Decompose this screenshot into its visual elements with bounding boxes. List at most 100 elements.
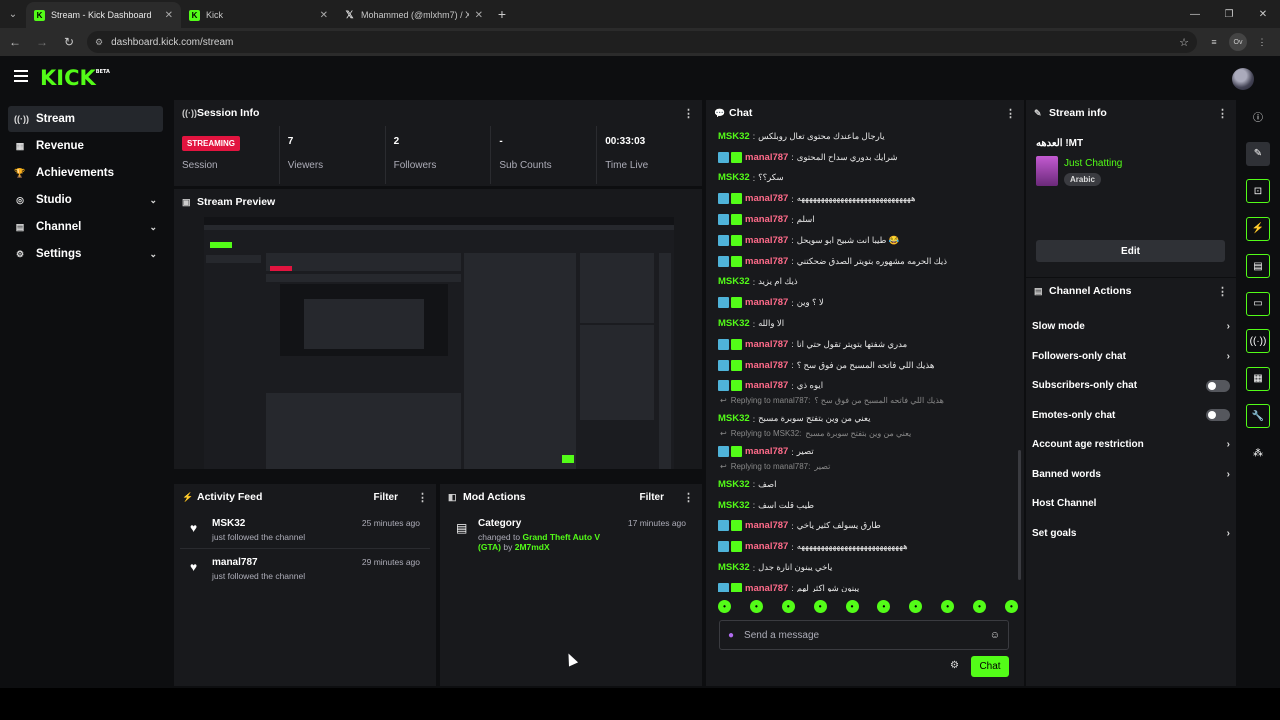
chat-message[interactable]: manal787: اسلم — [706, 209, 1024, 230]
kick-logo[interactable]: KICKBETA — [40, 66, 110, 90]
chat-messages[interactable]: MSK32: يارجال ماعندك محتوى تعال روبلكس man… — [706, 126, 1024, 592]
chat-message[interactable]: manal787: هههههههههههههههههههههههههههه — [706, 536, 1024, 557]
emote-icon[interactable]: • — [749, 600, 763, 613]
channel-action-host-channel[interactable]: Host Channel — [1026, 489, 1236, 519]
reload-icon[interactable]: ↻ — [57, 30, 81, 54]
url-omnibox[interactable]: ⚙ dashboard.kick.com/stream ☆ — [87, 31, 1197, 53]
chat-scrollbar[interactable] — [1018, 450, 1021, 580]
chat-username[interactable]: MSK32 — [718, 479, 750, 490]
chat-settings-gear-icon[interactable]: ⚙ — [950, 660, 959, 671]
channel-action-banned-words[interactable]: Banned words › — [1026, 460, 1236, 490]
tab-close-icon[interactable]: ✕ — [320, 10, 328, 21]
maximize-icon[interactable]: ❐ — [1212, 0, 1246, 28]
chevron-right-icon[interactable]: › — [1227, 528, 1230, 539]
clipboard-icon[interactable]: ▤ — [1246, 254, 1270, 278]
chat-username[interactable]: MSK32 — [718, 172, 750, 183]
emote-icon[interactable]: • — [845, 600, 859, 613]
chat-message[interactable]: MSK32: طيب قلت اسف — [706, 495, 1024, 516]
chat-username[interactable]: manal787 — [745, 256, 788, 267]
chat-username[interactable]: MSK32 — [718, 413, 750, 424]
broadcast-icon[interactable]: ((·)) — [1246, 329, 1270, 353]
emote-icon[interactable]: • — [718, 600, 731, 613]
chat-username[interactable]: manal787 — [745, 193, 788, 204]
chat-message[interactable]: MSK32: يعني من وين بتفتح سوبرة مسبح — [706, 408, 1024, 429]
chat-message[interactable]: manal787: ايوه ذي — [706, 376, 1024, 397]
wrench-icon[interactable]: 🔧 — [1246, 404, 1270, 428]
bookmark-star-icon[interactable]: ☆ — [1179, 36, 1189, 49]
kebab-menu-icon[interactable]: ⋮ — [683, 107, 694, 120]
tab-search-icon[interactable]: ⌄ — [0, 0, 26, 28]
chat-message[interactable]: MSK32: ياخي يبنون انارة جدل — [706, 557, 1024, 578]
chat-message[interactable]: MSK32: سكر؟؟ — [706, 168, 1024, 189]
sidebar-item-achievements[interactable]: 🏆 Achievements — [8, 160, 163, 186]
stream-category[interactable]: Just Chatting — [1064, 158, 1122, 169]
kebab-menu-icon[interactable]: ⋮ — [1217, 107, 1228, 120]
chat-username[interactable]: MSK32 — [718, 131, 750, 142]
activity-user[interactable]: MSK32 — [212, 518, 354, 529]
chat-username[interactable]: manal787 — [745, 520, 788, 531]
chat-username[interactable]: manal787 — [745, 235, 788, 246]
channel-action-subscribers-only-chat[interactable]: Subscribers-only chat — [1026, 371, 1236, 401]
chat-message[interactable]: MSK32: ذيك ام يزيد — [706, 272, 1024, 293]
channel-action-slow-mode[interactable]: Slow mode › — [1026, 312, 1236, 342]
chevron-down-icon[interactable]: ⌄ — [149, 195, 157, 206]
chat-message[interactable]: manal787: ذيك الحرمه مشهوره بتويتر الصدق … — [706, 251, 1024, 272]
chat-message[interactable]: manal787: يبنون شو اكثر لهم — [706, 578, 1024, 592]
profile-avatar-icon[interactable]: Ov — [1229, 33, 1247, 51]
user-link[interactable]: 2M7mdX — [515, 542, 550, 552]
filter-button[interactable]: Filter — [374, 492, 398, 503]
info-icon[interactable]: ⓘ — [1246, 104, 1270, 128]
filter-button[interactable]: Filter — [640, 492, 664, 503]
tab-close-icon[interactable]: ✕ — [475, 10, 483, 21]
kebab-menu-icon[interactable]: ⋮ — [683, 491, 694, 504]
chat-username[interactable]: manal787 — [745, 380, 788, 391]
chat-send-button[interactable]: Chat — [971, 656, 1009, 677]
chevron-right-icon[interactable]: › — [1227, 321, 1230, 332]
chat-message[interactable]: MSK32: يارجال ماعندك محتوى تعال روبلكس — [706, 126, 1024, 147]
chevron-right-icon[interactable]: › — [1227, 351, 1230, 362]
minimize-icon[interactable]: — — [1178, 0, 1212, 28]
chat-username[interactable]: MSK32 — [718, 500, 750, 511]
chat-username[interactable]: manal787 — [745, 583, 788, 592]
back-icon[interactable]: ← — [3, 30, 27, 54]
sidebar-item-stream[interactable]: ((·)) Stream — [8, 106, 163, 132]
sidebar-item-settings[interactable]: ⚙ Settings ⌄ — [8, 241, 163, 267]
user-avatar[interactable] — [1232, 68, 1254, 90]
emote-icon[interactable]: • — [813, 600, 827, 613]
sidebar-item-revenue[interactable]: ▦ Revenue — [8, 133, 163, 159]
chat-message[interactable]: manal787: هههههههههههههههههههههههههههههه — [706, 188, 1024, 209]
sidebar-item-studio[interactable]: ◎ Studio ⌄ — [8, 187, 163, 213]
pencil-icon[interactable]: ✎ — [1246, 141, 1270, 166]
stream-preview-video[interactable] — [204, 217, 674, 469]
emote-icon[interactable]: • — [781, 600, 795, 613]
chat-username[interactable]: manal787 — [745, 297, 788, 308]
chat-username[interactable]: manal787 — [745, 152, 788, 163]
chat-username[interactable]: manal787 — [745, 360, 788, 371]
scan-icon[interactable]: ⊡ — [1246, 179, 1270, 203]
chat-message[interactable]: manal787: تصير — [706, 441, 1024, 462]
emote-icon[interactable]: • — [877, 600, 891, 613]
channel-action-emotes-only-chat[interactable]: Emotes-only chat — [1026, 401, 1236, 431]
chat-message-input[interactable] — [744, 629, 980, 641]
microphone-icon[interactable]: ● — [728, 630, 734, 641]
chevron-down-icon[interactable]: ⌄ — [149, 249, 157, 260]
sidebar-item-channel[interactable]: ▤ Channel ⌄ — [8, 214, 163, 240]
chat-bubble-icon[interactable]: ▭ — [1246, 291, 1270, 316]
chat-message[interactable]: manal787: شرايك بدوري سداح المحتوى — [706, 147, 1024, 168]
chat-message[interactable]: manal787: مدري شفتها بتويتر تقول حتي انا — [706, 334, 1024, 355]
edit-stream-info-button[interactable]: Edit — [1036, 240, 1225, 262]
kebab-menu-icon[interactable]: ⋮ — [1217, 285, 1228, 298]
chat-username[interactable]: manal787 — [745, 339, 788, 350]
emote-icon[interactable]: • — [973, 600, 986, 613]
layout-icon[interactable]: ▦ — [1246, 366, 1270, 391]
chat-message[interactable]: MSK32: الا والله — [706, 313, 1024, 334]
chat-message[interactable]: manal787: طارق يسولف كثير ياخي — [706, 516, 1024, 537]
new-tab-icon[interactable]: + — [491, 6, 513, 22]
chat-username[interactable]: MSK32 — [718, 562, 750, 573]
emote-icon[interactable]: • — [1004, 600, 1018, 613]
channel-action-set-goals[interactable]: Set goals › — [1026, 519, 1236, 549]
tab-x[interactable]: 𝕏 Mohammed (@mlxhm7) / X ✕ — [336, 2, 491, 28]
chat-username[interactable]: manal787 — [745, 446, 788, 457]
site-info-icon[interactable]: ⚙ — [95, 37, 103, 48]
chevron-right-icon[interactable]: › — [1227, 469, 1230, 480]
